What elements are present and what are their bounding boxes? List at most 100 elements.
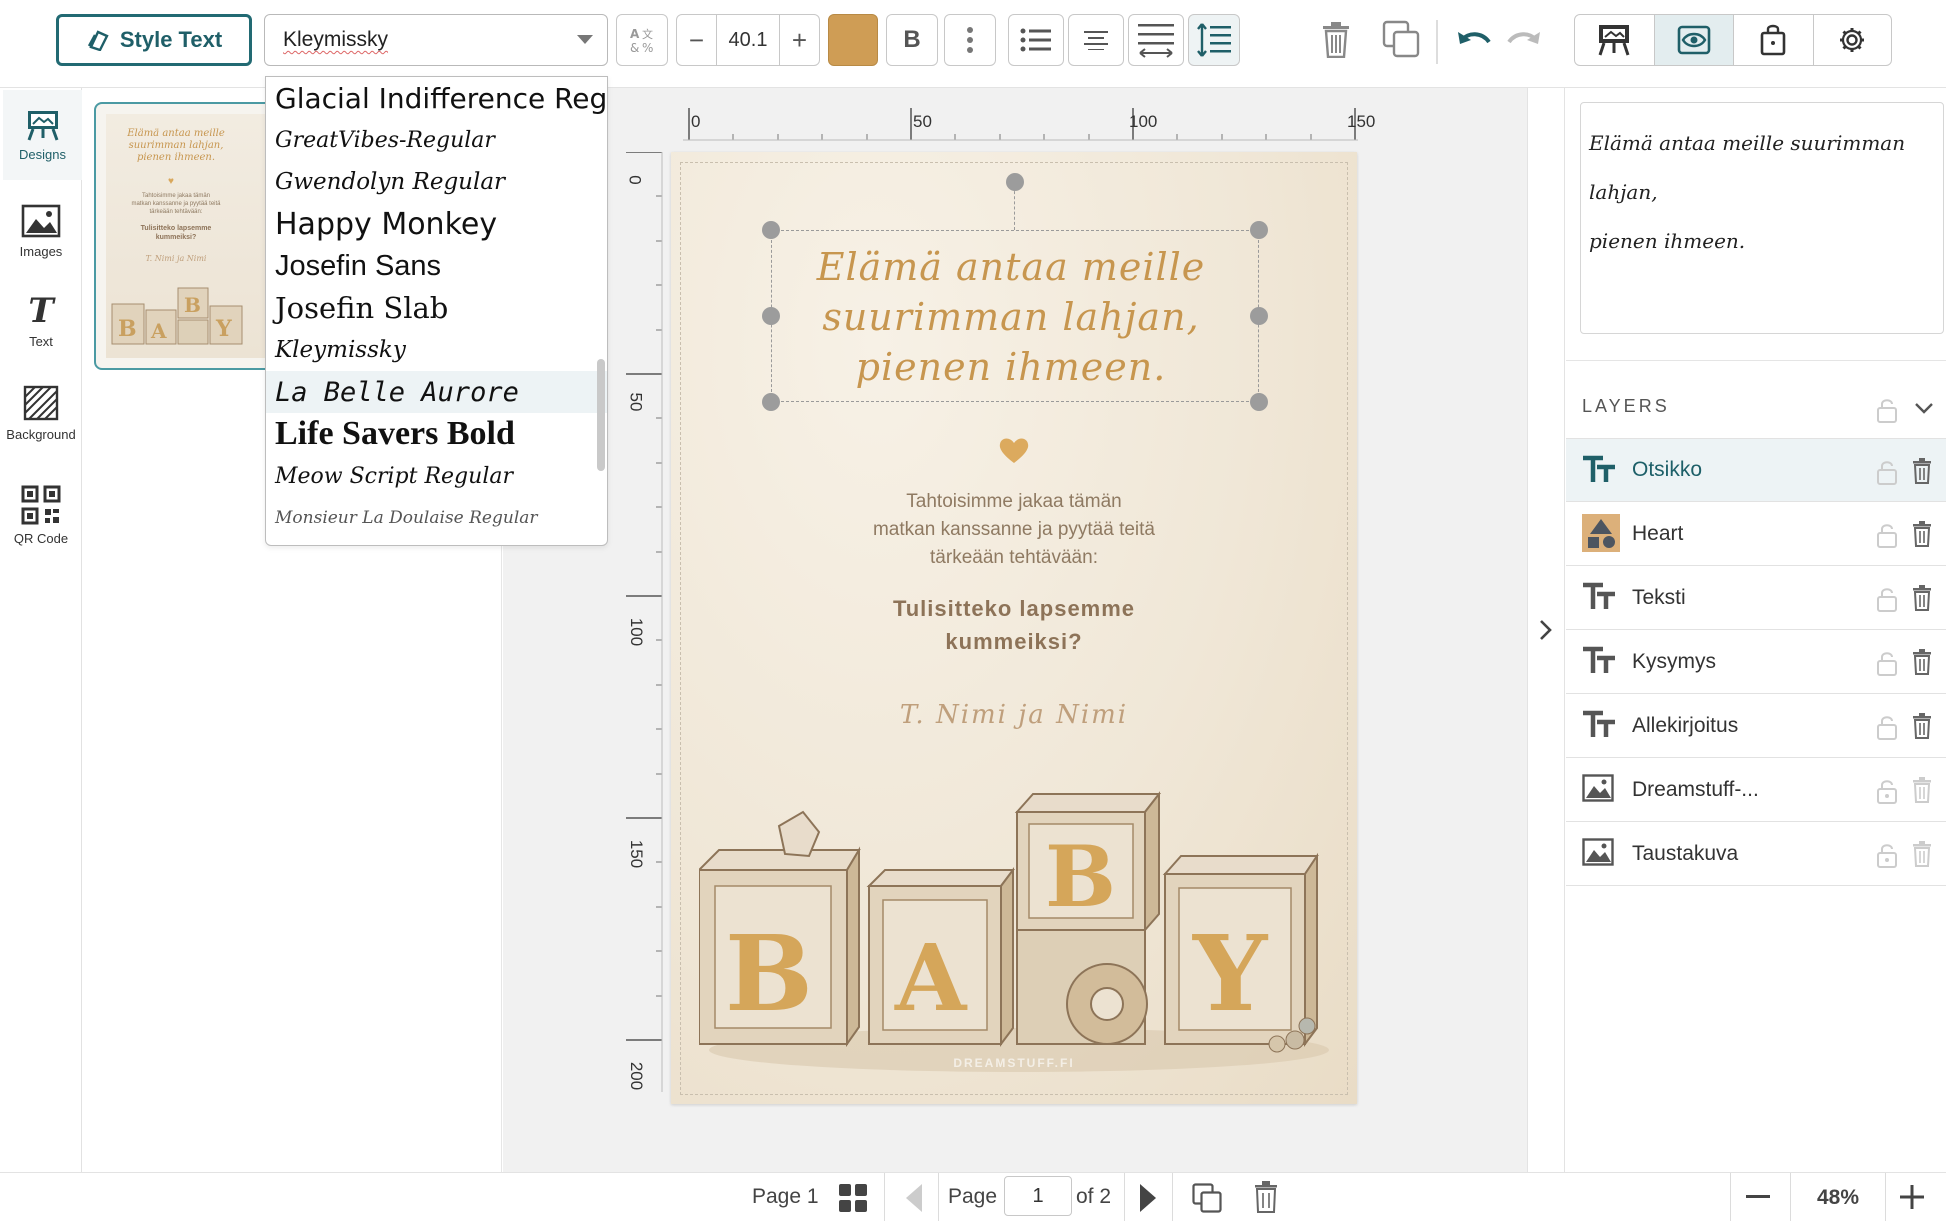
zoom-level[interactable]: 48% xyxy=(1790,1173,1886,1221)
qr-code-icon xyxy=(21,485,61,525)
font-size-input[interactable]: 40.1 xyxy=(717,15,779,65)
svg-text:&: & xyxy=(630,41,639,55)
letter-spacing-button[interactable] xyxy=(1128,14,1184,66)
line-height-button[interactable] xyxy=(1188,14,1240,66)
font-size-decrease-button[interactable]: − xyxy=(677,15,717,65)
lock-icon[interactable] xyxy=(1876,524,1898,548)
svg-text:B: B xyxy=(184,293,201,317)
zoom-out-icon[interactable] xyxy=(1746,1195,1770,1198)
font-option[interactable]: Josefin Slab xyxy=(266,287,607,329)
font-family-select[interactable]: Kleymissky xyxy=(264,14,608,66)
layer-row[interactable]: Otsikko xyxy=(1566,438,1946,502)
bullet-list-button[interactable] xyxy=(1008,14,1064,66)
lock-icon[interactable] xyxy=(1876,716,1898,740)
delete-page-icon[interactable] xyxy=(1254,1181,1278,1213)
trash-icon[interactable] xyxy=(1912,649,1932,675)
previous-page-icon[interactable] xyxy=(904,1183,924,1213)
rail-images[interactable]: Images xyxy=(0,186,82,276)
layer-row[interactable]: Teksti xyxy=(1566,566,1946,630)
design-card[interactable]: Elämä antaa meille suurimman lahjan, pie… xyxy=(671,152,1357,1104)
font-option[interactable]: Glacial Indifference Reg xyxy=(266,77,607,119)
text-layer-icon xyxy=(1582,710,1616,740)
bullet-list-icon xyxy=(1020,27,1052,53)
redo-icon[interactable] xyxy=(1506,28,1542,52)
panel-collapse-bar xyxy=(1527,88,1565,1173)
lock-icon[interactable] xyxy=(1876,780,1898,804)
rail-qr-code[interactable]: QR Code xyxy=(0,470,82,560)
font-option[interactable]: Gwendolyn Regular xyxy=(266,161,607,203)
trash-icon[interactable] xyxy=(1912,585,1932,611)
cart-button[interactable] xyxy=(1734,15,1814,65)
lock-icon[interactable] xyxy=(1876,588,1898,612)
chevron-down-icon[interactable] xyxy=(1914,402,1934,416)
trash-icon[interactable] xyxy=(1912,841,1932,867)
horizontal-ruler: 0 50 100 150 xyxy=(683,100,1375,148)
delete-icon[interactable] xyxy=(1322,22,1350,58)
text-color-swatch[interactable] xyxy=(828,14,878,66)
font-option-highlighted[interactable]: La Belle Aurore xyxy=(266,371,607,413)
font-option[interactable]: Happy Monkey xyxy=(266,203,607,245)
resize-handle-top-right[interactable] xyxy=(1250,221,1268,239)
grid-view-icon[interactable] xyxy=(838,1183,868,1213)
edit-view-button[interactable] xyxy=(1654,15,1734,65)
duplicate-page-icon[interactable] xyxy=(1192,1183,1222,1213)
font-option[interactable]: Meow Script Regular xyxy=(266,455,607,497)
layer-row[interactable]: Allekirjoitus xyxy=(1566,694,1946,758)
next-page-icon[interactable] xyxy=(1138,1183,1158,1213)
resize-handle-top-left[interactable] xyxy=(762,221,780,239)
rail-background[interactable]: Background xyxy=(0,368,82,458)
font-option[interactable]: Monsieur La Doulaise Regular xyxy=(266,497,607,539)
preview-mode-button[interactable] xyxy=(1575,15,1655,65)
rotate-handle[interactable] xyxy=(1006,173,1024,191)
text-align-button[interactable] xyxy=(1068,14,1124,66)
thumbnail-headline-3: pienen ihmeen. xyxy=(136,152,216,163)
bold-button[interactable]: B xyxy=(886,14,938,66)
settings-button[interactable] xyxy=(1814,15,1892,65)
shopping-bag-icon xyxy=(1760,24,1786,56)
font-option[interactable]: Kleymissky xyxy=(266,329,607,371)
chevron-right-icon[interactable] xyxy=(1538,618,1554,642)
font-option[interactable]: GreatVibes-Regular xyxy=(266,119,607,161)
more-options-button[interactable] xyxy=(944,14,996,66)
font-option[interactable]: Josefin Sans xyxy=(266,245,607,287)
thumbnail-question-2: kummeiksi? xyxy=(155,234,197,241)
thumbnail-headline-2: suurimman lahjan, xyxy=(128,140,224,151)
trash-icon[interactable] xyxy=(1912,521,1932,547)
text-edit-box[interactable]: Elämä antaa meille suurimman lahjan, pie… xyxy=(1580,102,1944,334)
undo-icon[interactable] xyxy=(1456,28,1492,52)
layer-row[interactable]: Heart xyxy=(1566,502,1946,566)
layer-row[interactable]: Dreamstuff-... xyxy=(1566,758,1946,822)
trash-icon[interactable] xyxy=(1912,458,1932,484)
lock-icon[interactable] xyxy=(1876,461,1898,485)
body-text[interactable]: Tahtoisimme jakaa tämän matkan kanssanne… xyxy=(814,488,1214,572)
layer-row[interactable]: Taustakuva xyxy=(1566,822,1946,886)
trash-icon[interactable] xyxy=(1912,713,1932,739)
font-option[interactable]: Life Savers Bold xyxy=(266,413,607,455)
dropdown-scrollbar[interactable] xyxy=(597,359,605,471)
question-text[interactable]: Tulisitteko lapsemme kummeiksi? xyxy=(814,592,1214,658)
font-size-increase-button[interactable]: + xyxy=(779,15,819,65)
baby-blocks-illustration: B A B Y xyxy=(699,791,1329,1072)
text-transform-button[interactable]: A 文 &% xyxy=(616,14,668,66)
zoom-in-icon[interactable] xyxy=(1900,1185,1924,1209)
lock-icon[interactable] xyxy=(1876,652,1898,676)
lock-all-icon[interactable] xyxy=(1876,398,1898,424)
resize-handle-right[interactable] xyxy=(1250,307,1268,325)
style-text-button[interactable]: Style Text xyxy=(56,14,252,66)
layer-row[interactable]: Kysymys xyxy=(1566,630,1946,694)
duplicate-icon[interactable] xyxy=(1382,20,1422,60)
page-number-input[interactable]: 1 xyxy=(1004,1176,1072,1216)
rail-text[interactable]: T Text xyxy=(0,276,82,366)
resize-handle-bottom-right[interactable] xyxy=(1250,393,1268,411)
trash-icon[interactable] xyxy=(1912,777,1932,803)
text-edit-line-3: pienen ihmeen. xyxy=(1589,229,1746,253)
rail-designs[interactable]: Designs xyxy=(0,90,82,180)
resize-handle-left[interactable] xyxy=(762,307,780,325)
block-letter: A xyxy=(894,924,968,1032)
block-letter: B xyxy=(1045,827,1116,926)
resize-handle-bottom-left[interactable] xyxy=(762,393,780,411)
style-text-icon xyxy=(86,29,112,51)
signature-text[interactable]: T. Nimi ja Nimi xyxy=(814,700,1214,730)
lock-icon[interactable] xyxy=(1876,844,1898,868)
heart-icon[interactable] xyxy=(998,436,1030,464)
